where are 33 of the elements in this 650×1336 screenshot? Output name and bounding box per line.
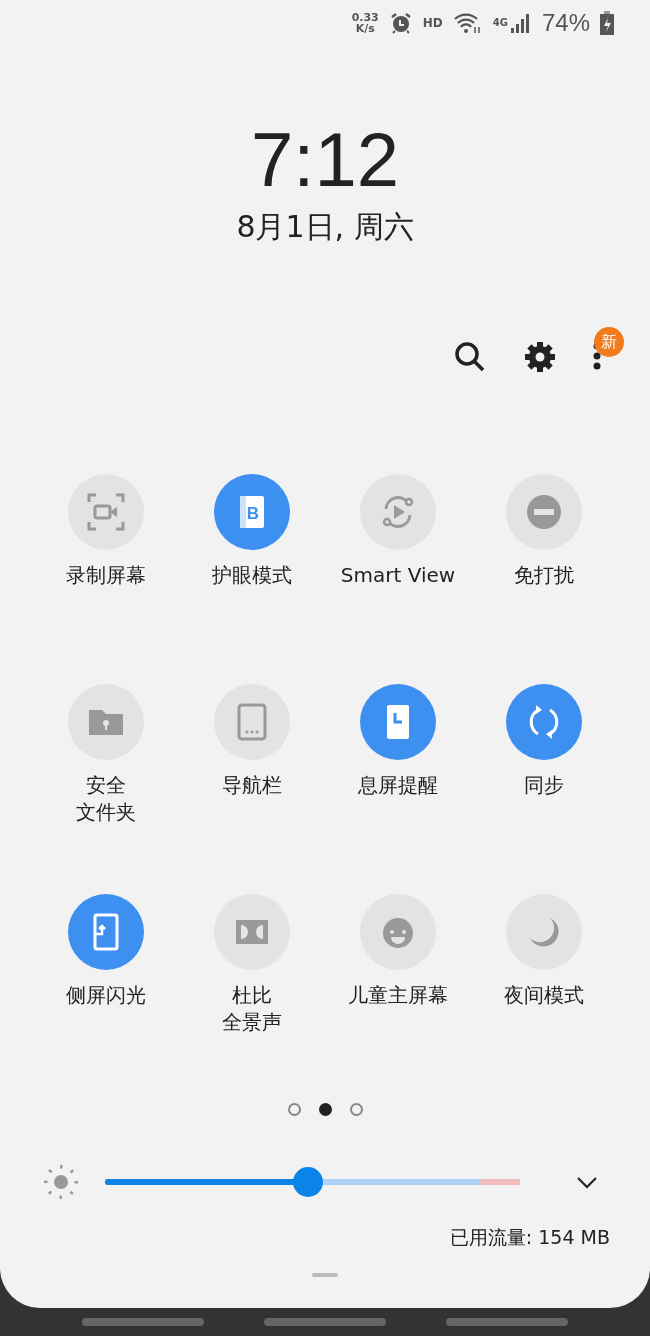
network-speed: 0.33 K/s — [351, 11, 379, 34]
signal-icon — [509, 11, 532, 34]
minus-circle-icon — [524, 492, 564, 532]
network-type: 4G — [492, 17, 508, 28]
data-usage-text: 已用流量: 154 MB — [448, 1225, 611, 1250]
tile-label: 护眼模式 — [212, 562, 292, 589]
date-text: 8月1日, 周六 — [235, 208, 415, 246]
battery-percent: 74% — [541, 8, 590, 37]
tile-label: 夜间模式 — [504, 982, 584, 1009]
drag-handle[interactable] — [312, 1273, 338, 1277]
clock-time: 7:12 — [250, 116, 400, 204]
settings-icon[interactable] — [522, 339, 558, 375]
tile-label: 儿童主屏幕 — [348, 982, 448, 1009]
hd-label: HD — [422, 15, 443, 30]
tile-label: 杜比 — [232, 982, 272, 1009]
tile-label: 安全 — [86, 772, 126, 799]
tile-label: 导航栏 — [222, 772, 282, 799]
brightness-icon — [41, 1162, 81, 1202]
tile-label: 文件夹 — [76, 799, 136, 826]
tile-label: Smart View — [340, 562, 456, 589]
new-badge: 新 — [594, 327, 624, 357]
page-indicator-dot[interactable] — [318, 1102, 332, 1116]
tile-label: 免打扰 — [514, 562, 574, 589]
tile-label: 侧屏闪光 — [66, 982, 146, 1009]
tile-label: 录制屏幕 — [66, 562, 146, 589]
page-indicator-dot[interactable] — [349, 1102, 363, 1116]
tile-label: 息屏提醒 — [358, 772, 438, 799]
tile-label: 全景声 — [222, 1009, 282, 1036]
screen-record-icon — [86, 492, 126, 532]
quick-setting-toggle[interactable]: B — [214, 474, 290, 550]
tile-label: 同步 — [524, 772, 564, 799]
page-indicator-dot[interactable] — [287, 1102, 301, 1116]
battery-charging-icon — [600, 10, 614, 35]
